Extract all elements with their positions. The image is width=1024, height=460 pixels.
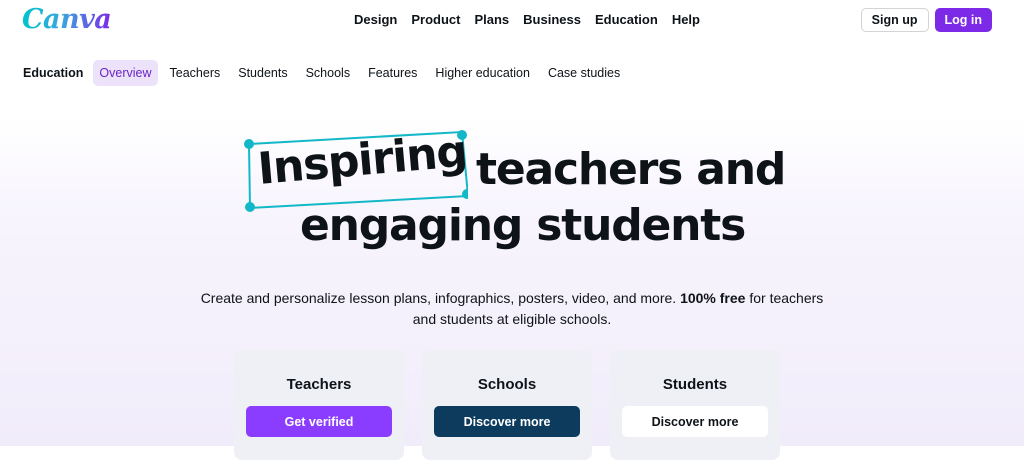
subnav-item-schools[interactable]: Schools — [306, 65, 350, 81]
main-nav: Design Product Plans Business Education … — [354, 12, 714, 28]
nav-product[interactable]: Product — [411, 12, 460, 28]
nav-plans[interactable]: Plans — [474, 12, 509, 28]
subnav-item-features[interactable]: Features — [368, 65, 417, 81]
nav-business[interactable]: Business — [523, 12, 581, 28]
subnav-item-teachers[interactable]: Teachers — [170, 65, 221, 81]
nav-help[interactable]: Help — [672, 12, 700, 28]
hero-subtitle: Create and personalize lesson plans, inf… — [200, 288, 824, 330]
subnav-section-title: Education — [23, 66, 84, 80]
subnav-item-students[interactable]: Students — [238, 65, 287, 81]
card-students: Students Discover more — [610, 350, 780, 460]
schools-discover-more-button[interactable]: Discover more — [434, 406, 580, 437]
subnav-item-higher-education[interactable]: Higher education — [435, 65, 530, 81]
subnav-item-case-studies[interactable]: Case studies — [548, 65, 620, 81]
nav-education[interactable]: Education — [595, 12, 658, 28]
get-verified-button[interactable]: Get verified — [246, 406, 392, 437]
card-title: Teachers — [286, 376, 352, 393]
students-discover-more-button[interactable]: Discover more — [622, 406, 768, 437]
card-title: Schools — [477, 376, 537, 393]
top-navigation-bar: Canva Design Product Plans Business Educ… — [0, 0, 1024, 44]
auth-buttons: Sign up Log in — [860, 8, 992, 32]
audience-cards: Teachers Get verified Schools Discover m… — [234, 350, 780, 460]
nav-design[interactable]: Design — [354, 12, 397, 28]
hero-subtitle-bold: 100% free — [680, 290, 746, 306]
subnav-item-overview[interactable]: Overview — [93, 60, 158, 86]
card-schools: Schools Discover more — [422, 350, 592, 460]
log-in-button[interactable]: Log in — [934, 8, 992, 32]
card-teachers: Teachers Get verified — [234, 350, 404, 460]
card-title: Students — [662, 376, 728, 393]
hero-title-line2: engaging students — [300, 200, 746, 251]
hero-title-line1: teachers and — [476, 144, 786, 195]
hero-subtitle-part1: Create and personalize lesson plans, inf… — [200, 290, 677, 306]
sign-up-button[interactable]: Sign up — [860, 8, 929, 32]
canva-logo[interactable]: Canva — [22, 4, 112, 35]
education-subnav: Education Overview Teachers Students Sch… — [0, 56, 1024, 90]
